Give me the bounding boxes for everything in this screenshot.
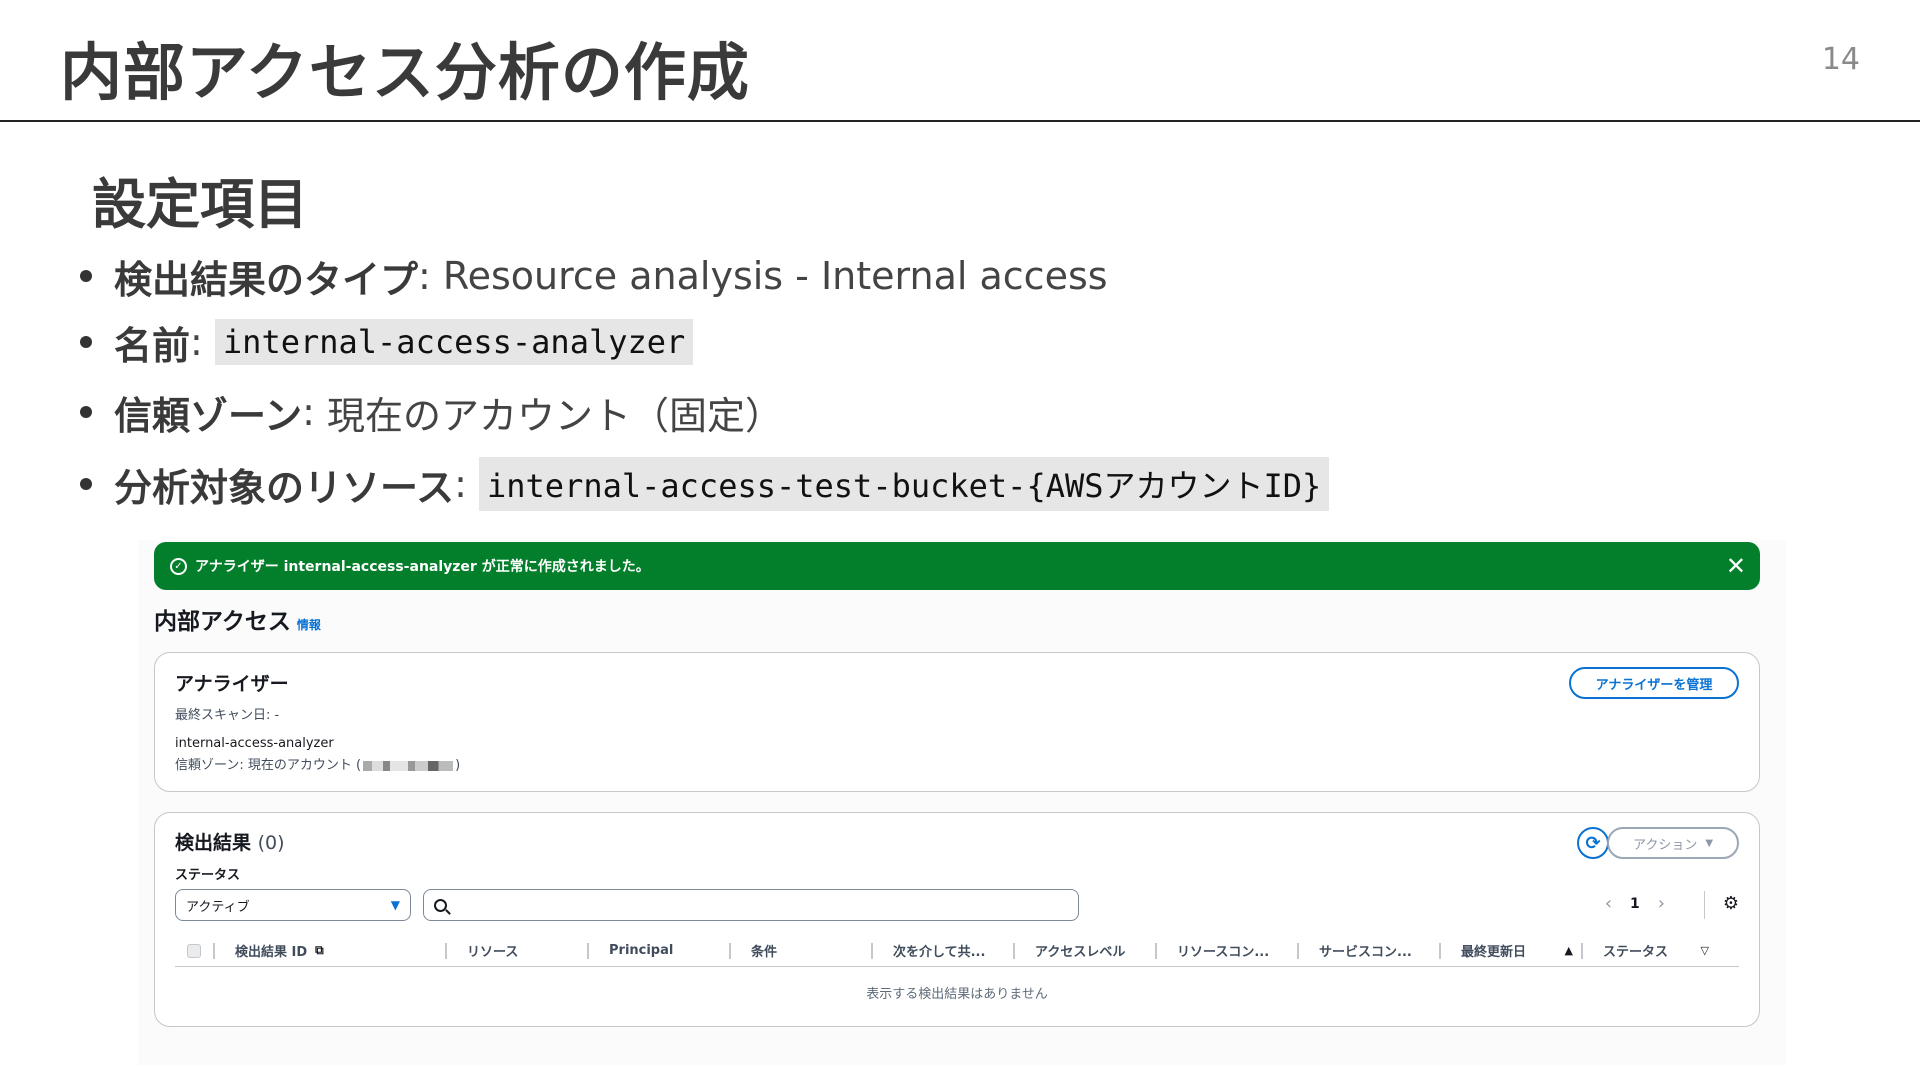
findings-card: 検出結果 (0) ⟳ アクション ▼ ステータス アクティブ ▼ ‹ 1 › ⚙ <box>154 812 1760 1027</box>
column-resource[interactable]: リソース <box>447 935 589 966</box>
redacted-account-id <box>363 760 454 771</box>
caret-down-icon: ▼ <box>390 898 400 912</box>
bullet-separator: : <box>302 390 327 434</box>
status-select[interactable]: アクティブ ▼ <box>175 889 411 921</box>
bullet-key: 分析対象のリソース <box>114 465 455 510</box>
column-shared-through[interactable]: 次を介して共... <box>873 935 1015 966</box>
manage-analyzer-button[interactable]: アナライザーを管理 <box>1569 667 1739 699</box>
pagination-divider <box>1704 891 1705 919</box>
column-label: サービスコン... <box>1319 945 1412 960</box>
refresh-icon[interactable]: ⟳ <box>1577 827 1609 859</box>
bullet-target-resource: 分析対象のリソース : internal-access-test-bucket-… <box>80 444 1330 524</box>
pagination: ‹ 1 › <box>1605 893 1665 914</box>
bullet-finding-type: 検出結果のタイプ : Resource analysis - Internal … <box>80 248 1329 304</box>
column-condition[interactable]: 条件 <box>731 935 873 966</box>
bullet-name: 名前 : internal-access-analyzer <box>80 304 1329 380</box>
empty-state-message: 表示する検出結果はありません <box>866 987 1048 1002</box>
success-check-icon: ✓ <box>170 557 187 575</box>
flash-message: アナライザー internal-access-analyzer が正常に作成され… <box>195 559 650 575</box>
chevron-left-icon[interactable]: ‹ <box>1605 893 1612 914</box>
column-principal[interactable]: Principal <box>589 935 731 966</box>
column-last-updated[interactable]: 最終更新日 ▲ <box>1441 935 1583 966</box>
internal-access-heading: 内部アクセス 情報 <box>154 602 321 636</box>
analyzer-card-title: アナライザー <box>175 673 289 695</box>
actions-button[interactable]: アクション ▼ <box>1607 827 1739 859</box>
slide-title: 内部アクセス分析の作成 <box>60 36 750 109</box>
external-link-icon: ⧉ <box>315 943 324 957</box>
search-icon <box>434 898 447 912</box>
console-screenshot: ✓ アナライザー internal-access-analyzer が正常に作成… <box>138 540 1786 1065</box>
page-heading-text: 内部アクセス <box>154 609 291 635</box>
column-label: リソース <box>467 945 519 960</box>
column-label: 条件 <box>751 945 778 960</box>
close-icon[interactable]: ✕ <box>1726 552 1746 580</box>
column-service-control[interactable]: サービスコン... <box>1299 935 1441 966</box>
column-label: Principal <box>609 943 674 958</box>
select-all-column <box>175 935 215 966</box>
chevron-right-icon[interactable]: › <box>1658 893 1665 914</box>
column-label: アクセスレベル <box>1035 945 1126 960</box>
trust-zone-text: 信頼ゾーン: 現在のアカウント () <box>175 754 460 773</box>
page-number: 14 <box>1821 42 1860 77</box>
bullet-value: 現在のアカウント（固定） <box>327 393 784 438</box>
bullet-key: 信頼ゾーン <box>114 393 303 438</box>
bullet-value: Resource analysis - Internal access <box>442 254 1108 298</box>
caret-down-icon: ▼ <box>1705 837 1714 849</box>
column-status[interactable]: ステータス ▽ <box>1583 935 1719 966</box>
findings-count: (0) <box>257 832 285 854</box>
column-label: 最終更新日 <box>1461 945 1527 960</box>
findings-title: 検出結果 (0) <box>175 828 285 855</box>
status-filter-label: ステータス <box>175 868 241 883</box>
info-link[interactable]: 情報 <box>297 618 321 632</box>
column-label: リソースコン... <box>1177 945 1270 960</box>
actions-label: アクション <box>1632 837 1698 853</box>
sort-ascending-icon: ▲ <box>1564 944 1573 957</box>
column-finding-id[interactable]: 検出結果 ID ⧉ <box>215 935 447 966</box>
trust-zone-suffix: ) <box>455 758 461 773</box>
bullet-trust-zone: 信頼ゾーン : 現在のアカウント（固定） <box>80 380 1329 444</box>
search-input[interactable] <box>453 897 1068 913</box>
success-flashbar: ✓ アナライザー internal-access-analyzer が正常に作成… <box>154 542 1760 590</box>
column-label: ステータス <box>1603 945 1669 960</box>
bullet-separator: : <box>418 254 443 298</box>
analyzer-card: アナライザー 最終スキャン日: - internal-access-analyz… <box>154 652 1760 792</box>
column-access-level[interactable]: アクセスレベル <box>1015 935 1157 966</box>
column-label: 検出結果 ID <box>235 945 308 960</box>
column-resource-control[interactable]: リソースコン... <box>1157 935 1299 966</box>
bullet-separator: : <box>454 462 479 506</box>
select-all-checkbox[interactable] <box>187 943 201 958</box>
gear-icon[interactable]: ⚙ <box>1723 893 1739 914</box>
findings-title-text: 検出結果 <box>175 832 252 854</box>
settings-list: 検出結果のタイプ : Resource analysis - Internal … <box>80 248 1330 524</box>
analyzer-name: internal-access-analyzer <box>175 736 334 751</box>
status-select-value: アクティブ <box>186 899 250 915</box>
bullet-code: internal-access-analyzer <box>214 319 694 365</box>
title-divider <box>0 120 1920 122</box>
bullet-key: 検出結果のタイプ <box>114 257 419 302</box>
bullet-key: 名前 <box>114 323 191 368</box>
trust-zone-prefix: 信頼ゾーン: 現在のアカウント ( <box>175 758 362 773</box>
bullet-code: internal-access-test-bucket-{AWSアカウントID} <box>479 457 1330 511</box>
search-box[interactable] <box>423 889 1079 921</box>
column-label: 次を介して共... <box>893 945 986 960</box>
last-scan-text: 最終スキャン日: - <box>175 708 280 723</box>
sort-icon: ▽ <box>1700 944 1709 957</box>
section-heading: 設定項目 <box>92 173 308 236</box>
current-page[interactable]: 1 <box>1630 896 1640 912</box>
bullet-separator: : <box>190 320 215 364</box>
findings-table-header: 検出結果 ID ⧉ リソース Principal 条件 次を介して共... アクセ… <box>175 935 1739 967</box>
